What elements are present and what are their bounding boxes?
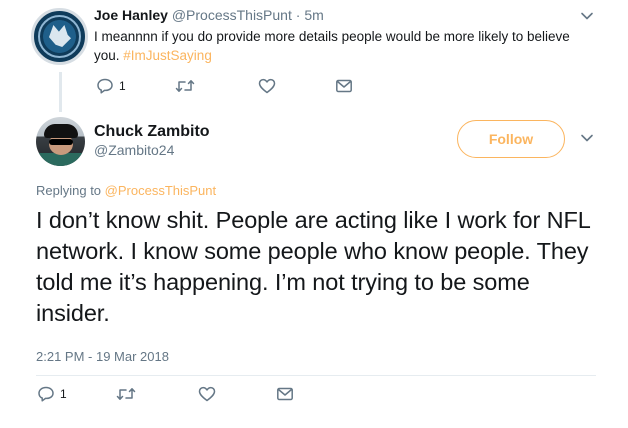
heart-icon (198, 386, 216, 402)
heart-icon (258, 78, 276, 94)
main-tweet-text: I don’t know shit. People are acting lik… (36, 207, 590, 326)
chevron-down-icon[interactable] (580, 9, 594, 23)
avatar-chuck-zambito[interactable] (36, 117, 85, 166)
main-author-handle[interactable]: @Zambito24 (94, 142, 174, 158)
replying-to-handle[interactable]: @ProcessThisPunt (105, 183, 216, 198)
follow-button[interactable]: Follow (457, 120, 565, 158)
envelope-icon (277, 387, 293, 401)
thread-connector-line (59, 72, 62, 112)
main-action-reply[interactable]: 1 (37, 386, 67, 402)
reply-meta-separator: · (291, 7, 305, 23)
reply-tweet-header: Joe Hanley @ProcessThisPunt · 5m (94, 7, 324, 23)
reply-author-handle[interactable]: @ProcessThisPunt (172, 7, 292, 23)
main-author-name[interactable]: Chuck Zambito (94, 123, 210, 141)
reply-icon (97, 78, 113, 94)
replying-prefix: Replying to (36, 183, 105, 198)
reply-tweet-age[interactable]: 5m (304, 7, 323, 23)
retweet-icon (175, 80, 195, 92)
reply-icon (38, 386, 54, 402)
main-reply-count: 1 (60, 387, 67, 401)
reply-action-retweet[interactable] (175, 78, 195, 94)
reply-tweet-hashtag[interactable]: #ImJustSaying (123, 48, 212, 63)
retweet-icon (116, 388, 136, 400)
reply-action-dm[interactable] (335, 78, 353, 94)
avatar-joe-hanley[interactable] (31, 8, 88, 65)
divider (36, 375, 596, 376)
reply-tweet-text: I meannnn if you do provide more details… (94, 27, 594, 65)
envelope-icon (336, 79, 352, 93)
chevron-down-icon[interactable] (580, 131, 594, 145)
replying-to: Replying to @ProcessThisPunt (36, 183, 216, 198)
main-action-retweet[interactable] (116, 386, 136, 402)
reply-action-reply[interactable]: 1 (96, 78, 126, 94)
reply-action-like[interactable] (258, 78, 276, 94)
main-action-like[interactable] (198, 386, 216, 402)
tweet-timestamp[interactable]: 2:21 PM - 19 Mar 2018 (36, 349, 169, 364)
reply-author-name[interactable]: Joe Hanley (94, 7, 168, 23)
main-action-dm[interactable] (276, 386, 294, 402)
reply-count: 1 (119, 79, 126, 93)
